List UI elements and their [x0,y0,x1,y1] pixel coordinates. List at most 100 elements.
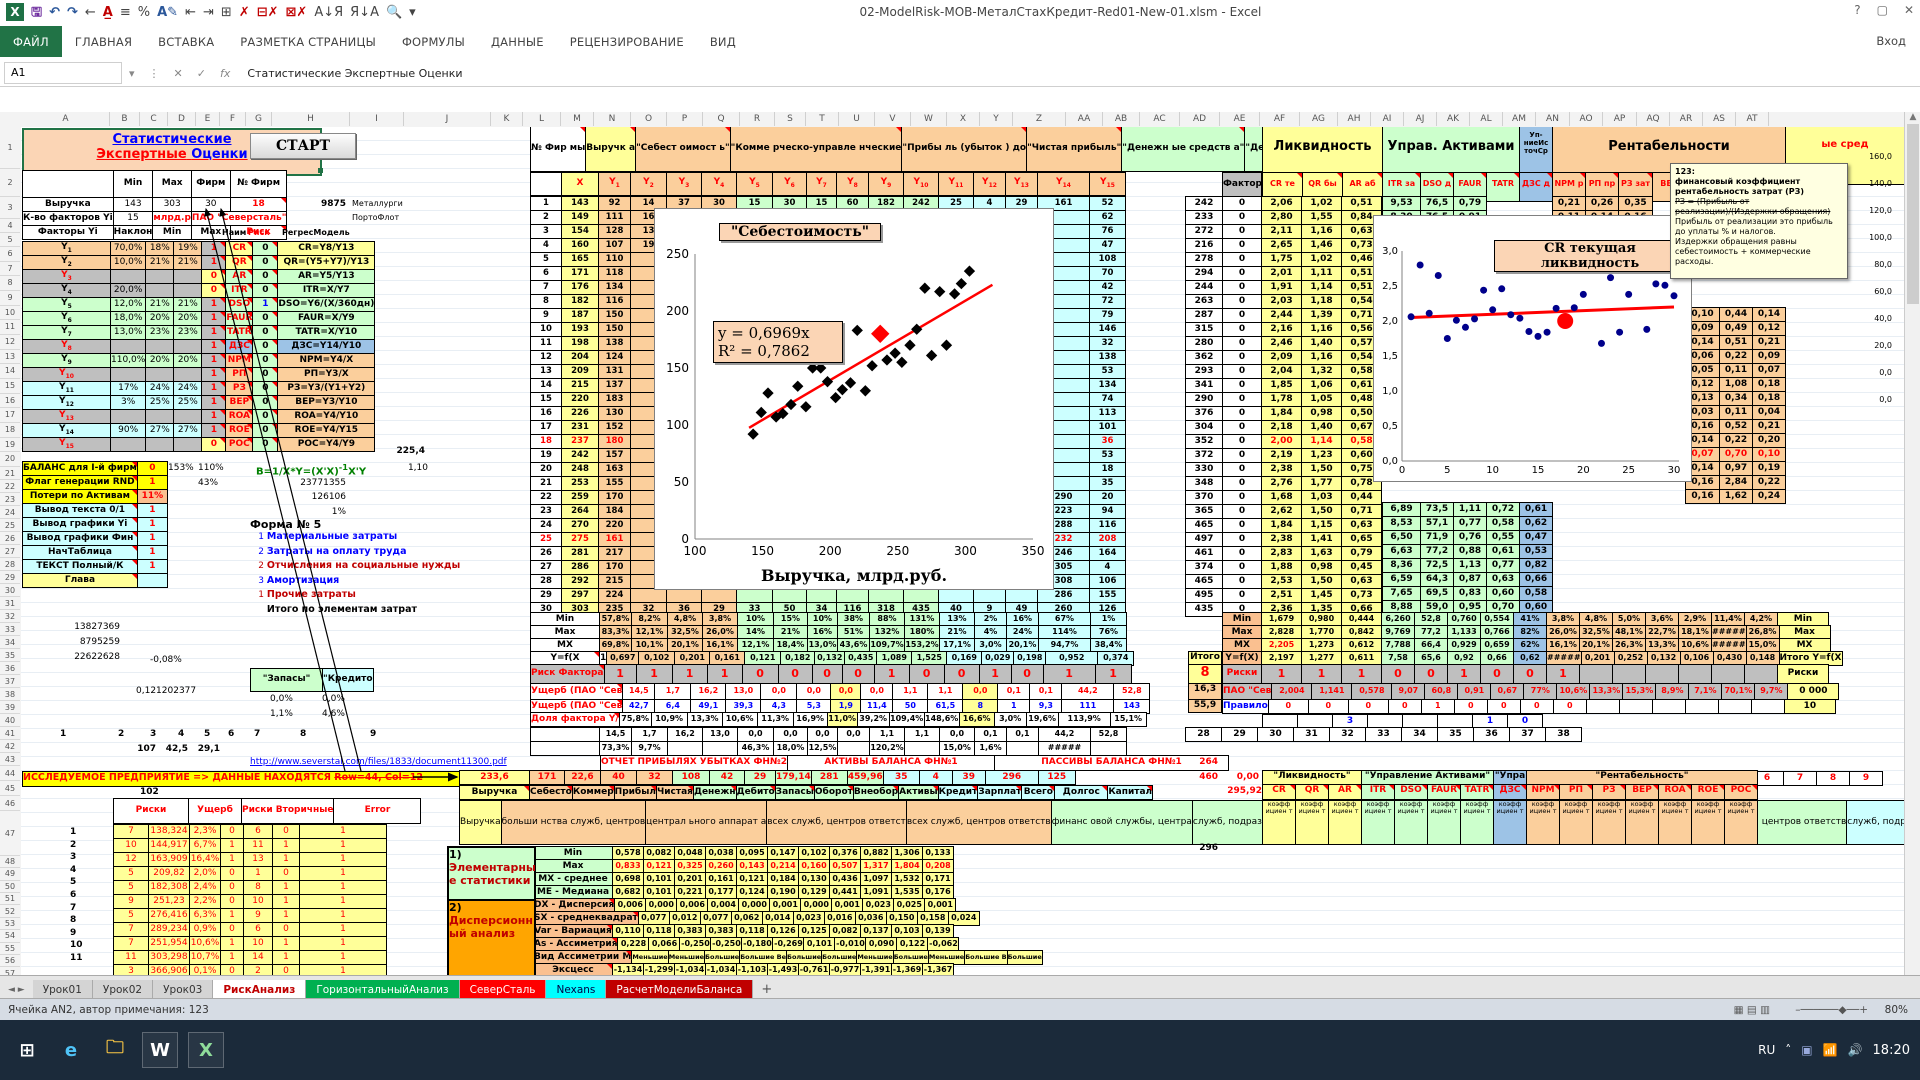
cell[interactable]: Y10 [23,368,111,382]
koeff-cell[interactable]: коэфф ициен т [1724,800,1758,845]
cell[interactable]: 0 [1223,393,1262,407]
cell[interactable]: 44,2 [1039,728,1091,742]
column-header-J[interactable]: J [404,112,491,126]
cell[interactable]: 251,954 [149,937,190,951]
cell[interactable]: 13,0 [726,684,761,700]
sign-in[interactable]: Вход [1876,34,1906,48]
cell[interactable]: 0 [253,256,278,270]
cell[interactable]: ##### [1039,742,1091,756]
cell[interactable]: 0 [221,965,244,976]
cell[interactable]: 1 [202,396,226,410]
row-header-50[interactable]: 50 [0,881,20,893]
regression-model-cell[interactable]: DSO=Y6/(X/360дн) [278,298,375,312]
bottom-ratio-TATR[interactable]: TATR [1460,784,1494,800]
cell[interactable]: 0,1 [1030,684,1062,700]
cell[interactable]: 0,47 [1520,530,1553,544]
cell[interactable]: 1 [300,895,387,909]
cell[interactable]: 0 [1223,463,1262,477]
cell[interactable]: 1 [1262,665,1302,684]
cell[interactable] [111,270,146,284]
cell[interactable]: 198 [562,337,599,351]
cell[interactable]: 0,44 [1720,308,1753,322]
cell[interactable]: 13,0% [111,326,146,340]
koeff-cell[interactable]: коэфф ициен т [1526,800,1560,845]
delete-x-icon[interactable]: ✗ [239,4,250,22]
cell[interactable]: 193 [562,323,599,337]
cell[interactable]: 209,82 [149,867,190,881]
column-header-E[interactable]: E [196,112,220,126]
cell[interactable]: 0 [842,665,874,684]
row-header-41[interactable]: 41 [0,727,20,740]
zoom-level[interactable]: 80% [1885,999,1908,1021]
cell[interactable]: 1,91 [1262,281,1302,295]
cell[interactable] [703,742,738,756]
cell[interactable]: 7,1% [1689,684,1722,700]
cell[interactable]: 0 [742,665,778,684]
cell[interactable]: 21% [174,256,202,270]
cell[interactable]: 163 [599,463,631,477]
cell[interactable]: 7 [531,281,562,295]
cell[interactable]: 1 [300,825,387,839]
help-icon[interactable]: ? [1854,3,1860,17]
cell[interactable]: 465 [1186,575,1223,589]
cell[interactable]: 1 [202,326,226,340]
cell[interactable]: 9,7% [632,742,668,756]
column-header-S[interactable]: S [775,112,806,126]
cell[interactable]: 187 [562,309,599,323]
mid-col-title[interactable]: "Чистая прибыль" [1027,127,1122,172]
cell[interactable]: Риски [114,799,189,824]
cell[interactable]: 113,9% [1058,713,1110,727]
cell[interactable]: 0,49 [1720,322,1753,336]
cell[interactable]: 1,63 [1302,547,1342,561]
column-header-AO[interactable]: AO [1570,112,1603,126]
bottom-ratio-ROE[interactable]: ROE [1691,784,1725,800]
cell[interactable]: 1,68 [1262,491,1302,505]
cell[interactable]: 0 [1223,407,1262,421]
cell[interactable]: 79 [1090,309,1126,323]
bottom-ratio-ITR[interactable]: ITR [1361,784,1395,800]
cell[interactable]: 22,6 [565,771,601,785]
cell[interactable]: 1,16 [1302,225,1342,239]
row-header-26[interactable]: 26 [0,532,20,545]
cell[interactable]: 16,2 [668,728,703,742]
cell[interactable]: 1 [202,256,226,270]
cell[interactable]: 29 [1222,728,1258,742]
cell[interactable]: 0 [1487,700,1520,714]
row-header-54[interactable]: 54 [0,930,20,942]
row-header-46[interactable]: 46 [0,796,20,811]
cell[interactable]: 1 [300,951,387,965]
redo-icon[interactable]: ↷ [67,4,78,22]
cell[interactable]: 164 [1090,547,1126,561]
cell[interactable]: 10 [531,323,562,337]
control-value[interactable]: 1 [137,504,167,518]
cell[interactable]: 19 [531,449,562,463]
cell[interactable]: 0 [253,438,278,452]
column-header-A[interactable]: A [22,112,110,126]
column-header-AT[interactable]: AT [1736,112,1769,126]
cell[interactable]: 0,51 [1342,197,1382,211]
cell[interactable]: служб, подраз делени й [1847,801,1904,845]
cell[interactable]: 7 [114,825,149,839]
cell[interactable]: 150 [599,309,631,323]
control-value[interactable]: 0 [137,462,167,476]
row-header-6[interactable]: 6 [0,247,20,262]
delete-rows-icon[interactable]: ⊟✗ [257,4,279,22]
cell[interactable]: Y1 [23,242,111,256]
cell[interactable] [146,368,174,382]
row-header-3[interactable]: 3 [0,197,20,219]
cell[interactable]: 0,1 [1007,728,1039,742]
cell[interactable]: 24% [146,382,174,396]
cell[interactable]: 72,5 [1421,558,1454,572]
cell[interactable]: 1,62 [1720,490,1753,504]
cell[interactable]: 0,60 [1487,586,1520,600]
cell[interactable]: 20,0% [111,284,146,298]
cell[interactable]: Y13 [23,410,111,424]
cell[interactable]: 52 [1090,197,1126,211]
cell[interactable]: 0,79 [1454,197,1487,211]
cell[interactable]: 116 [1090,519,1126,533]
cell[interactable]: 0 [1348,700,1388,714]
onedrive-icon[interactable]: ▣ [1801,1043,1812,1057]
cell[interactable]: 290 [1186,393,1223,407]
cell[interactable]: ОТЧЕТ ПРИБЫЛЯХ УБЫТКАХ ФН№2 [601,756,788,771]
cell[interactable]: 1 [273,853,300,867]
